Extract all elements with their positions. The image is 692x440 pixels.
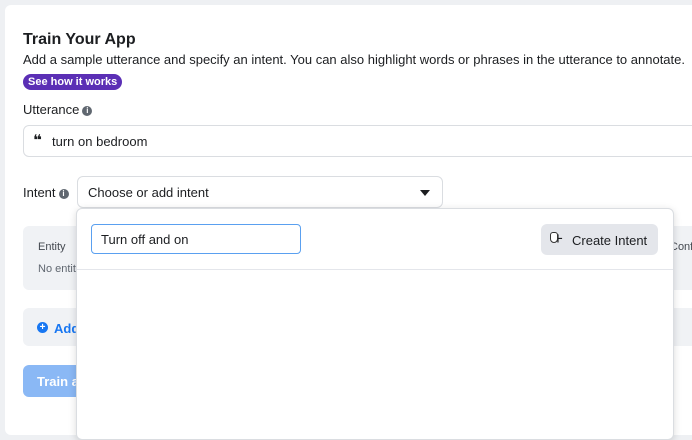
utterance-value[interactable]: turn on bedroom: [52, 134, 147, 149]
intent-select[interactable]: Choose or add intent: [77, 176, 443, 208]
plus-circle-icon: +: [37, 322, 48, 333]
caret-down-icon: [420, 190, 430, 196]
quote-icon: ❝: [33, 132, 42, 149]
intent-search-input[interactable]: [91, 224, 301, 254]
info-icon[interactable]: i: [82, 106, 93, 116]
page-subtitle: Add a sample utterance and specify an in…: [23, 52, 685, 67]
info-icon[interactable]: i: [58, 189, 69, 199]
intent-label: Intent: [23, 185, 56, 200]
page-title: Train Your App: [23, 31, 136, 48]
intent-select-value: Choose or add intent: [88, 185, 209, 200]
utterance-field[interactable]: ❝ turn on bedroom: [23, 125, 692, 157]
utterance-label: Utterance: [23, 102, 80, 117]
utterance-label-row: Utterance i: [23, 102, 93, 117]
create-intent-button[interactable]: + Create Intent: [541, 224, 658, 255]
see-how-it-works-link[interactable]: See how it works: [23, 74, 123, 90]
intent-label-row: Intent i: [23, 185, 69, 200]
create-intent-label: Create Intent: [572, 233, 648, 248]
dropdown-divider: [77, 269, 673, 270]
pointer-cursor-icon: [550, 232, 558, 243]
intent-dropdown: + Create Intent: [76, 208, 674, 440]
entity-column-header: Entity: [38, 241, 66, 253]
entity-empty-text: No entity: [38, 263, 82, 275]
